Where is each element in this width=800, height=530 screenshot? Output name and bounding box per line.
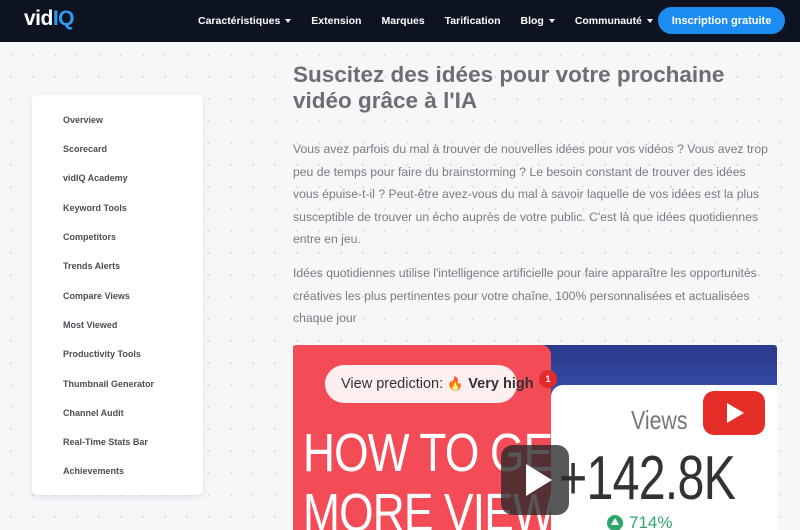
play-icon [526, 464, 552, 496]
sidebar-item-most-viewed[interactable]: Most Viewed [63, 320, 117, 330]
nav-label: Tarification [444, 15, 501, 27]
prediction-value: Very high [468, 376, 534, 392]
sidebar: Overview Scorecard vidIQ Academy Keyword… [32, 95, 203, 495]
sidebar-item-channel-audit[interactable]: Channel Audit [63, 408, 124, 418]
prediction-label: View prediction: [341, 376, 444, 392]
intro-paragraph: Vous avez parfois du mal à trouver de no… [293, 142, 768, 246]
sidebar-item-achievements[interactable]: Achievements [63, 466, 124, 476]
nav-label: Marques [381, 15, 425, 27]
nav-label: Blog [520, 15, 544, 27]
headline-line-1: HOW TO GET [303, 423, 579, 483]
top-nav: vid IQ Caractéristiques Extension Marques… [0, 0, 800, 42]
nav-item-features[interactable]: Caractéristiques [198, 15, 292, 27]
view-prediction-pill: View prediction: 🔥 Very high [325, 365, 534, 403]
nav-item-community[interactable]: Communauté [575, 15, 653, 27]
sidebar-item-competitors[interactable]: Competitors [63, 232, 116, 242]
nav-links: Caractéristiques Extension Marques Tarif… [198, 0, 673, 42]
notification-badge: 1 [539, 370, 557, 388]
sidebar-item-compare-views[interactable]: Compare Views [63, 291, 130, 301]
nav-item-extension[interactable]: Extension [311, 15, 361, 27]
nav-label: Communauté [574, 15, 642, 27]
sidebar-item-thumbnail-generator[interactable]: Thumbnail Generator [63, 379, 154, 389]
sidebar-item-trends-alerts[interactable]: Trends Alerts [63, 261, 120, 271]
sidebar-item-stats-bar[interactable]: Real-Time Stats Bar [63, 437, 148, 447]
page-title: Suscitez des idées pour votre prochaine … [293, 62, 725, 113]
vidiq-logo[interactable]: vid IQ [24, 7, 75, 31]
chevron-down-icon [646, 19, 653, 23]
nav-label: Extension [311, 15, 362, 27]
youtube-icon [703, 391, 765, 435]
growth-stat: 714% [607, 513, 672, 530]
signup-button[interactable]: Inscription gratuite [658, 7, 785, 34]
sidebar-item-scorecard[interactable]: Scorecard [63, 144, 107, 154]
thumbnail-right-panel: Views +142.8K 714% [551, 385, 777, 530]
nav-item-brands[interactable]: Marques [381, 15, 424, 27]
sidebar-item-keyword-tools[interactable]: Keyword Tools [63, 203, 127, 213]
nav-item-pricing[interactable]: Tarification [445, 15, 501, 27]
growth-value: 714% [629, 513, 673, 530]
views-count: +142.8K [559, 444, 736, 513]
nav-label: Caractéristiques [198, 15, 281, 27]
sidebar-item-academy[interactable]: vidIQ Academy [63, 173, 128, 183]
views-label: Views [631, 405, 688, 435]
sidebar-item-productivity-tools[interactable]: Productivity Tools [63, 349, 141, 359]
headline-line-2: MORE VIEWS [303, 483, 583, 530]
fire-icon: 🔥 [447, 376, 464, 391]
video-player[interactable]: View prediction: 🔥 Very high 1 HOW TO GE… [293, 345, 777, 530]
chevron-down-icon [548, 19, 555, 23]
nav-item-blog[interactable]: Blog [520, 15, 555, 27]
thumbnail-headline: HOW TO GET MORE VIEWS [303, 423, 583, 530]
description-paragraph: Idées quotidiennes utilise l'intelligenc… [293, 266, 757, 325]
sidebar-item-overview[interactable]: Overview [63, 115, 103, 125]
chevron-down-icon [285, 19, 292, 23]
up-arrow-icon [607, 515, 623, 530]
logo-vid: vid [24, 7, 53, 30]
play-button[interactable] [501, 445, 569, 515]
logo-iq: IQ [52, 7, 75, 30]
